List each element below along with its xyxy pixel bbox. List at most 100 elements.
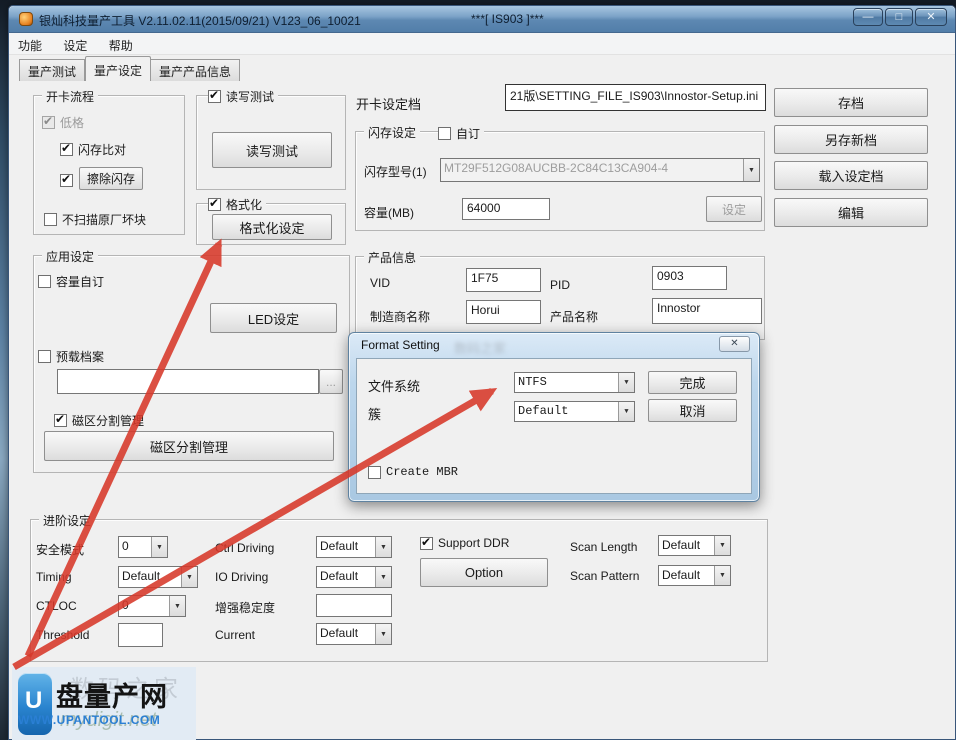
chevron-down-icon[interactable]: ▼ — [375, 624, 391, 644]
checkbox-preload-file[interactable]: 预载档案 — [38, 348, 108, 365]
group-app-settings-label: 应用设定 — [42, 248, 98, 265]
checkbox-icon — [420, 537, 433, 550]
checkbox-skip-bad-block-label: 不扫描原厂坏块 — [62, 211, 146, 228]
scan-pattern-value: Default — [659, 566, 714, 585]
ctloc-label: CTLOC — [36, 599, 77, 613]
checkbox-icon — [60, 174, 73, 187]
secure-mode-dropdown[interactable]: 0 ▼ — [118, 536, 168, 558]
stability-label: 增强稳定度 — [215, 599, 275, 616]
ctrl-driving-dropdown[interactable]: Default ▼ — [316, 536, 392, 558]
save-as-button[interactable]: 另存新档 — [774, 125, 928, 154]
scan-pattern-dropdown[interactable]: Default ▼ — [658, 565, 731, 586]
menu-help[interactable]: 帮助 — [100, 33, 142, 54]
ctrl-driving-value: Default — [317, 537, 375, 557]
checkbox-rw-test-label: 读写测试 — [226, 88, 274, 105]
chevron-down-icon[interactable]: ▼ — [375, 537, 391, 557]
scan-length-value: Default — [659, 536, 714, 555]
threshold-input[interactable] — [118, 623, 163, 647]
scan-length-dropdown[interactable]: Default ▼ — [658, 535, 731, 556]
window-title: 银灿科技量产工具 V2.11.02.11(2015/09/21) V123_06… — [39, 12, 361, 29]
checkbox-partition-manage[interactable]: 磁区分割管理 — [54, 412, 148, 429]
menu-settings[interactable]: 设定 — [54, 33, 96, 54]
tab-product-info[interactable]: 量产产品信息 — [150, 59, 240, 81]
timing-value: Default — [119, 567, 181, 587]
chevron-down-icon[interactable]: ▼ — [181, 567, 197, 587]
browse-button[interactable]: ... — [319, 369, 343, 394]
checkbox-icon — [368, 466, 381, 479]
current-value: Default — [317, 624, 375, 644]
filesystem-value: NTFS — [515, 373, 618, 392]
filesystem-dropdown[interactable]: NTFS ▼ — [514, 372, 635, 393]
dialog-title: Format Setting — [361, 338, 440, 352]
checkbox-format[interactable]: 格式化 — [208, 196, 266, 213]
checkbox-icon — [54, 414, 67, 427]
chevron-down-icon[interactable]: ▼ — [714, 566, 730, 585]
group-card-flow-label: 开卡流程 — [42, 88, 98, 105]
chevron-down-icon[interactable]: ▼ — [151, 537, 167, 557]
current-dropdown[interactable]: Default ▼ — [316, 623, 392, 645]
erase-flash-button[interactable]: 擦除闪存 — [79, 167, 143, 190]
scan-length-label: Scan Length — [570, 540, 637, 554]
chevron-down-icon[interactable]: ▼ — [375, 567, 391, 587]
checkbox-low-format[interactable]: 低格 — [42, 114, 88, 131]
checkbox-icon — [38, 275, 51, 288]
group-product-info-label: 产品信息 — [364, 249, 420, 266]
menu-function[interactable]: 功能 — [9, 33, 51, 54]
timing-dropdown[interactable]: Default ▼ — [118, 566, 198, 588]
chevron-down-icon[interactable]: ▼ — [618, 402, 634, 421]
io-driving-dropdown[interactable]: Default ▼ — [316, 566, 392, 588]
close-button[interactable]: ✕ — [915, 8, 947, 26]
desktop: 银灿科技量产工具 V2.11.02.11(2015/09/21) V123_06… — [0, 0, 956, 740]
load-setting-button[interactable]: 载入设定档 — [774, 161, 928, 190]
checkbox-preload-file-label: 预载档案 — [56, 348, 104, 365]
cluster-dropdown[interactable]: Default ▼ — [514, 401, 635, 422]
checkbox-rw-test[interactable]: 读写测试 — [208, 88, 278, 105]
chevron-down-icon[interactable]: ▼ — [169, 596, 185, 616]
ctloc-dropdown[interactable]: 0 ▼ — [118, 595, 186, 617]
checkbox-capacity-custom-label: 容量自订 — [56, 273, 104, 290]
preload-file-input[interactable] — [57, 369, 319, 394]
maximize-button[interactable]: □ — [885, 8, 913, 26]
checkbox-skip-bad-block[interactable]: 不扫描原厂坏块 — [44, 211, 150, 228]
pid-input[interactable]: 0903 — [652, 266, 727, 290]
rw-test-button[interactable]: 读写测试 — [212, 132, 332, 168]
tab-production-setting[interactable]: 量产设定 — [85, 56, 151, 81]
minimize-button[interactable]: — — [853, 8, 883, 26]
checkbox-support-ddr[interactable]: Support DDR — [420, 536, 513, 550]
dialog-cancel-button[interactable]: 取消 — [648, 399, 737, 422]
scan-pattern-label: Scan Pattern — [570, 569, 639, 583]
edit-button[interactable]: 编辑 — [774, 198, 928, 227]
flash-set-button[interactable]: 设定 — [706, 196, 762, 222]
dialog-close-button[interactable]: ✕ — [719, 336, 750, 352]
option-button[interactable]: Option — [420, 558, 548, 587]
tab-production-test[interactable]: 量产测试 — [19, 59, 85, 81]
cluster-value: Default — [515, 402, 618, 421]
vendor-input[interactable]: Horui — [466, 300, 541, 324]
format-setting-button[interactable]: 格式化设定 — [212, 214, 332, 240]
vid-input[interactable]: 1F75 — [466, 268, 541, 292]
capacity-input[interactable]: 64000 — [462, 198, 550, 220]
checkbox-flash-compare[interactable]: 闪存比对 — [60, 141, 130, 158]
chevron-down-icon[interactable]: ▼ — [743, 159, 759, 181]
partition-manage-button[interactable]: 磁区分割管理 — [44, 431, 334, 461]
product-name-input[interactable]: Innostor — [652, 298, 762, 324]
flash-model-dropdown[interactable]: MT29F512G08AUCBB-2C84C13CA904-4 ▼ — [440, 158, 760, 182]
checkbox-icon — [208, 90, 221, 103]
chevron-down-icon[interactable]: ▼ — [714, 536, 730, 555]
flash-model-label: 闪存型号(1) — [364, 163, 427, 180]
window-title-session: ***[ IS903 ]*** — [471, 12, 544, 26]
vendor-label: 制造商名称 — [370, 308, 430, 325]
checkbox-capacity-custom[interactable]: 容量自订 — [38, 273, 108, 290]
checkbox-icon — [60, 143, 73, 156]
checkbox-create-mbr[interactable]: Create MBR — [368, 465, 462, 479]
checkbox-erase-flash[interactable] — [60, 174, 77, 187]
dialog-done-button[interactable]: 完成 — [648, 371, 737, 394]
checkbox-flash-custom[interactable]: 自订 — [438, 125, 484, 142]
group-advanced-label: 进阶设定 — [39, 512, 95, 529]
led-setting-button[interactable]: LED设定 — [210, 303, 337, 333]
save-button[interactable]: 存档 — [774, 88, 928, 117]
setting-file-input[interactable]: 21版\SETTING_FILE_IS903\Innostor-Setup.in… — [505, 84, 766, 111]
upantool-logo: 数码之家 mydigit.net U 盘量产网 WWW.UPANTOOL.COM — [12, 667, 196, 740]
chevron-down-icon[interactable]: ▼ — [618, 373, 634, 392]
stability-input[interactable] — [316, 594, 392, 617]
